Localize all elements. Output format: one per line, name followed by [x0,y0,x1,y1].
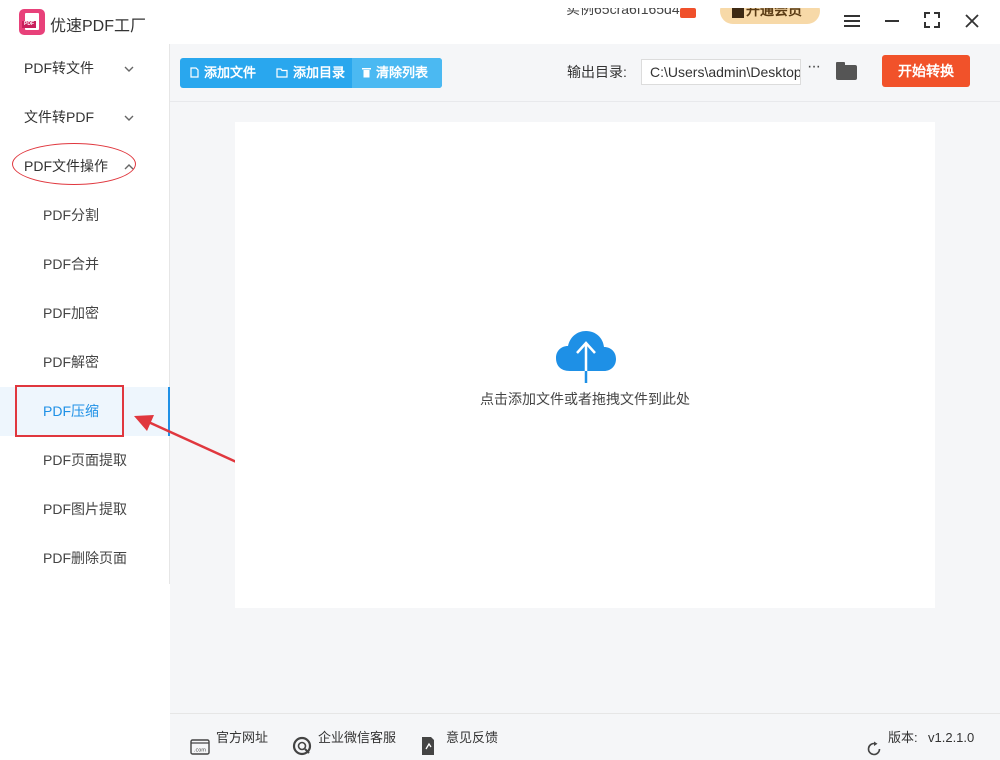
file-button-group: 添加文件 添加目录 清除列表 [180,58,442,88]
add-file-button[interactable]: 添加文件 [190,58,256,88]
website-icon: .com [190,728,210,760]
sidebar-item-pdf-decrypt[interactable]: PDF解密 [0,338,170,387]
chevron-down-icon [124,93,134,142]
annotation-arrow-icon [134,415,244,467]
crown-icon [732,8,744,18]
sidebar-category-file-to-pdf[interactable]: 文件转PDF [0,93,170,142]
title-bar: PDF 优速PDF工厂 实例65cra6f165d4 开通会员 [0,0,1000,44]
sidebar-item-pdf-split[interactable]: PDF分割 [0,191,170,240]
feedback-icon [420,728,436,760]
menu-icon[interactable] [840,10,864,34]
folder-icon [276,58,288,88]
sidebar-category-pdf-to-file[interactable]: PDF转文件 [0,44,170,93]
sidebar-item-pdf-merge[interactable]: PDF合并 [0,240,170,289]
minimize-icon[interactable] [880,10,904,34]
svg-text:.com: .com [194,748,206,754]
file-drop-zone[interactable]: 点击添加文件或者拖拽文件到此处 [235,122,935,608]
file-icon [190,58,199,88]
footer: .com 官方网址 企业微信客服 意见反馈 版本: v1.2.1.0 [170,713,1000,760]
output-dir-label: 输出目录: [567,64,627,80]
member-button[interactable]: 开通会员 [720,8,820,24]
vip-badge-icon [680,8,696,18]
toolbar: 添加文件 添加目录 清除列表 输出目录: C:\Users\admin\Desk… [170,44,1000,102]
start-convert-button[interactable]: 开始转换 [882,55,970,87]
annotation-rectangle [15,385,124,437]
output-dir-field[interactable]: C:\Users\admin\Desktop [641,59,801,85]
wechat-icon [292,728,312,760]
add-folder-button[interactable]: 添加目录 [276,58,345,88]
sidebar-item-pdf-encrypt[interactable]: PDF加密 [0,289,170,338]
sidebar-item-pdf-image-extract[interactable]: PDF图片提取 [0,485,170,534]
trash-icon [362,58,371,88]
close-icon[interactable] [960,10,984,34]
more-options-button[interactable]: ··· [807,58,821,76]
sidebar-item-pdf-delete-pages[interactable]: PDF删除页面 [0,534,170,583]
app-logo-icon: PDF [19,9,45,35]
app-title: 优速PDF工厂 [50,18,147,35]
clear-list-button[interactable]: 清除列表 [352,58,442,88]
user-id[interactable]: 实例65cra6f165d4 [566,8,698,24]
cloud-upload-icon [556,331,616,383]
drop-hint-text: 点击添加文件或者拖拽文件到此处 [480,391,690,407]
maximize-icon[interactable] [920,10,944,34]
refresh-icon[interactable] [866,729,882,760]
annotation-ellipse [12,143,136,185]
open-folder-icon[interactable] [836,62,858,80]
chevron-down-icon [124,44,134,93]
